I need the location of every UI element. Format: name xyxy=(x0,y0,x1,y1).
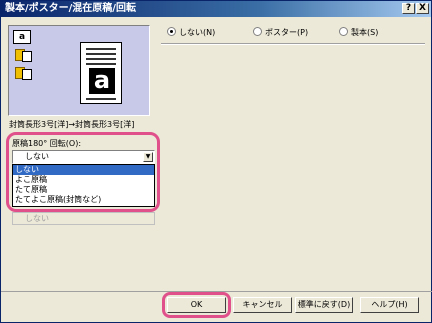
poster-icon xyxy=(13,66,32,80)
layout-preview: a a xyxy=(8,25,150,116)
chevron-down-icon[interactable]: ▼ xyxy=(143,152,153,162)
ok-button[interactable]: OK xyxy=(167,297,226,313)
disabled-select: しない xyxy=(12,212,155,225)
radio-poster[interactable]: ポスター(P) xyxy=(253,27,308,38)
rotation-option[interactable]: しない xyxy=(13,165,154,175)
cancel-button[interactable]: キャンセル xyxy=(233,297,292,313)
help-button[interactable]: ヘルプ(H) xyxy=(360,297,419,313)
rotation-select[interactable]: しない ▼ xyxy=(12,150,155,164)
rotation-option[interactable]: よこ原稿 xyxy=(13,175,154,185)
paper-preview: a xyxy=(80,42,122,104)
radio-dot-icon xyxy=(167,27,176,36)
radio-dot-icon xyxy=(339,27,348,36)
single-page-icon: a xyxy=(13,30,31,44)
paper-letter: a xyxy=(89,68,115,94)
rotation-dropdown-list: しない よこ原稿 たて原稿 たてよこ原稿(封筒など) xyxy=(12,164,155,207)
radio-dot-icon xyxy=(253,27,262,36)
restore-default-button[interactable]: 標準に戻す(D) xyxy=(295,297,353,313)
window-title: 製本/ポスター/混在原稿/回転 xyxy=(5,3,136,14)
help-title-button[interactable]: ? xyxy=(402,3,415,14)
conversion-text: 封筒長形3号[洋]→封筒長形3号[洋] xyxy=(9,120,135,129)
radio-none[interactable]: しない(N) xyxy=(167,27,215,38)
close-title-button[interactable]: X xyxy=(416,3,429,14)
rotation-label: 原稿180° 回転(O): xyxy=(12,139,82,148)
booklet-icon xyxy=(13,48,32,62)
radio-separator xyxy=(161,43,425,45)
radio-booklet[interactable]: 製本(S) xyxy=(339,27,378,38)
rotation-selected-value: しない xyxy=(25,152,49,161)
rotation-option[interactable]: たて原稿 xyxy=(13,185,154,195)
dialog-window: 製本/ポスター/混在原稿/回転 ? X a a 封筒長形3号[洋]→封筒長形3号… xyxy=(0,0,432,323)
title-bar: 製本/ポスター/混在原稿/回転 ? X xyxy=(1,1,431,17)
rotation-option[interactable]: たてよこ原稿(封筒など) xyxy=(13,195,154,205)
